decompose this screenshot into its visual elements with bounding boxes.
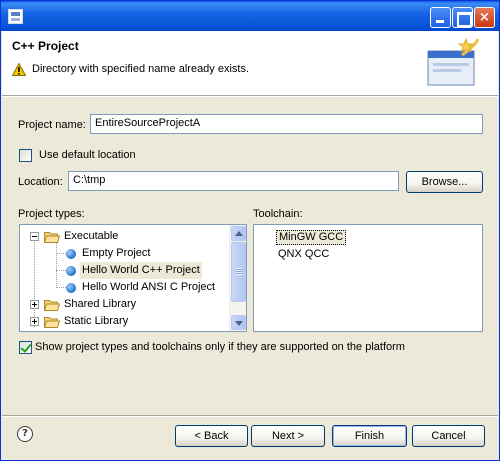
tree-item-hello-world-cpp[interactable]: Hello World C++ Project [20, 262, 230, 279]
open-folder-icon [44, 317, 60, 328]
toolchain-label: Toolchain: [253, 208, 303, 220]
use-default-location-checkbox[interactable] [19, 149, 32, 162]
toolchain-list[interactable]: MinGW GCC QNX QCC [253, 224, 483, 332]
tree-item-shared-library[interactable]: Shared Library [20, 296, 230, 313]
use-default-location-label[interactable]: Use default location [39, 149, 136, 161]
header-separator-highlight [2, 96, 498, 97]
close-button[interactable]: × [474, 7, 495, 28]
project-types-scrollbar[interactable] [229, 225, 246, 331]
tree-item-hello-world-ansi-c[interactable]: Hello World ANSI C Project [20, 279, 230, 296]
collapse-icon[interactable] [30, 232, 39, 241]
wizard-header: C++ Project Directory with specified nam… [2, 31, 498, 95]
tree-item-label: Shared Library [64, 298, 137, 310]
open-folder-icon [44, 232, 60, 243]
tree-item-label: Executable [64, 230, 119, 242]
project-types-label: Project types: [18, 208, 85, 220]
wizard-banner-icon [427, 38, 480, 86]
project-name-input[interactable]: EntireSourceProjectA [90, 114, 483, 134]
toolchain-item-qnx-qcc[interactable]: QNX QCC [276, 247, 331, 262]
cpp-project-dialog: × C++ Project Directory with specified n… [0, 0, 500, 461]
tree-item-label: Empty Project [82, 247, 151, 259]
project-template-icon [66, 249, 76, 259]
browse-button[interactable]: Browse... [406, 171, 483, 193]
tree-item-executable[interactable]: Executable [20, 228, 230, 245]
expand-icon[interactable] [30, 300, 39, 309]
scroll-thumb[interactable] [231, 242, 246, 302]
page-title: C++ Project [12, 39, 79, 53]
project-types-tree[interactable]: Executable Empty Project Hello World C++… [19, 224, 247, 332]
project-name-label: Project name: [18, 119, 86, 131]
maximize-button[interactable] [452, 7, 473, 28]
project-template-icon [66, 283, 76, 293]
tree-item-label: Static Library [64, 315, 129, 327]
location-label: Location: [18, 176, 63, 188]
show-supported-only-label[interactable]: Show project types and toolchains only i… [35, 341, 405, 353]
minimize-button[interactable] [430, 7, 451, 28]
back-button[interactable]: < Back [175, 425, 248, 447]
tree-item-empty-project[interactable]: Empty Project [20, 245, 230, 262]
cancel-button[interactable]: Cancel [412, 425, 485, 447]
finish-button[interactable]: Finish [332, 425, 407, 447]
header-message: Directory with specified name already ex… [32, 63, 250, 75]
warning-icon [12, 63, 26, 76]
scroll-down-arrow-icon[interactable] [231, 315, 246, 330]
tree-item-label: Hello World ANSI C Project [82, 281, 216, 293]
tree-item-label: Hello World C++ Project [80, 262, 202, 279]
toolchain-item-mingw-gcc[interactable]: MinGW GCC [276, 230, 347, 245]
tree-item-static-library[interactable]: Static Library [20, 313, 230, 330]
expand-icon[interactable] [30, 317, 39, 326]
project-template-icon [66, 266, 76, 276]
open-folder-icon [44, 300, 60, 311]
show-supported-only-checkbox[interactable] [19, 341, 32, 354]
close-icon: × [479, 10, 490, 25]
title-bar[interactable]: × [1, 1, 499, 31]
eclipse-dialog-icon[interactable] [8, 9, 23, 24]
help-icon[interactable]: ? [17, 426, 33, 442]
scroll-up-arrow-icon[interactable] [231, 226, 246, 241]
next-button[interactable]: Next > [251, 425, 325, 447]
location-input[interactable]: C:\tmp [68, 171, 399, 191]
footer-separator-highlight [2, 416, 498, 417]
